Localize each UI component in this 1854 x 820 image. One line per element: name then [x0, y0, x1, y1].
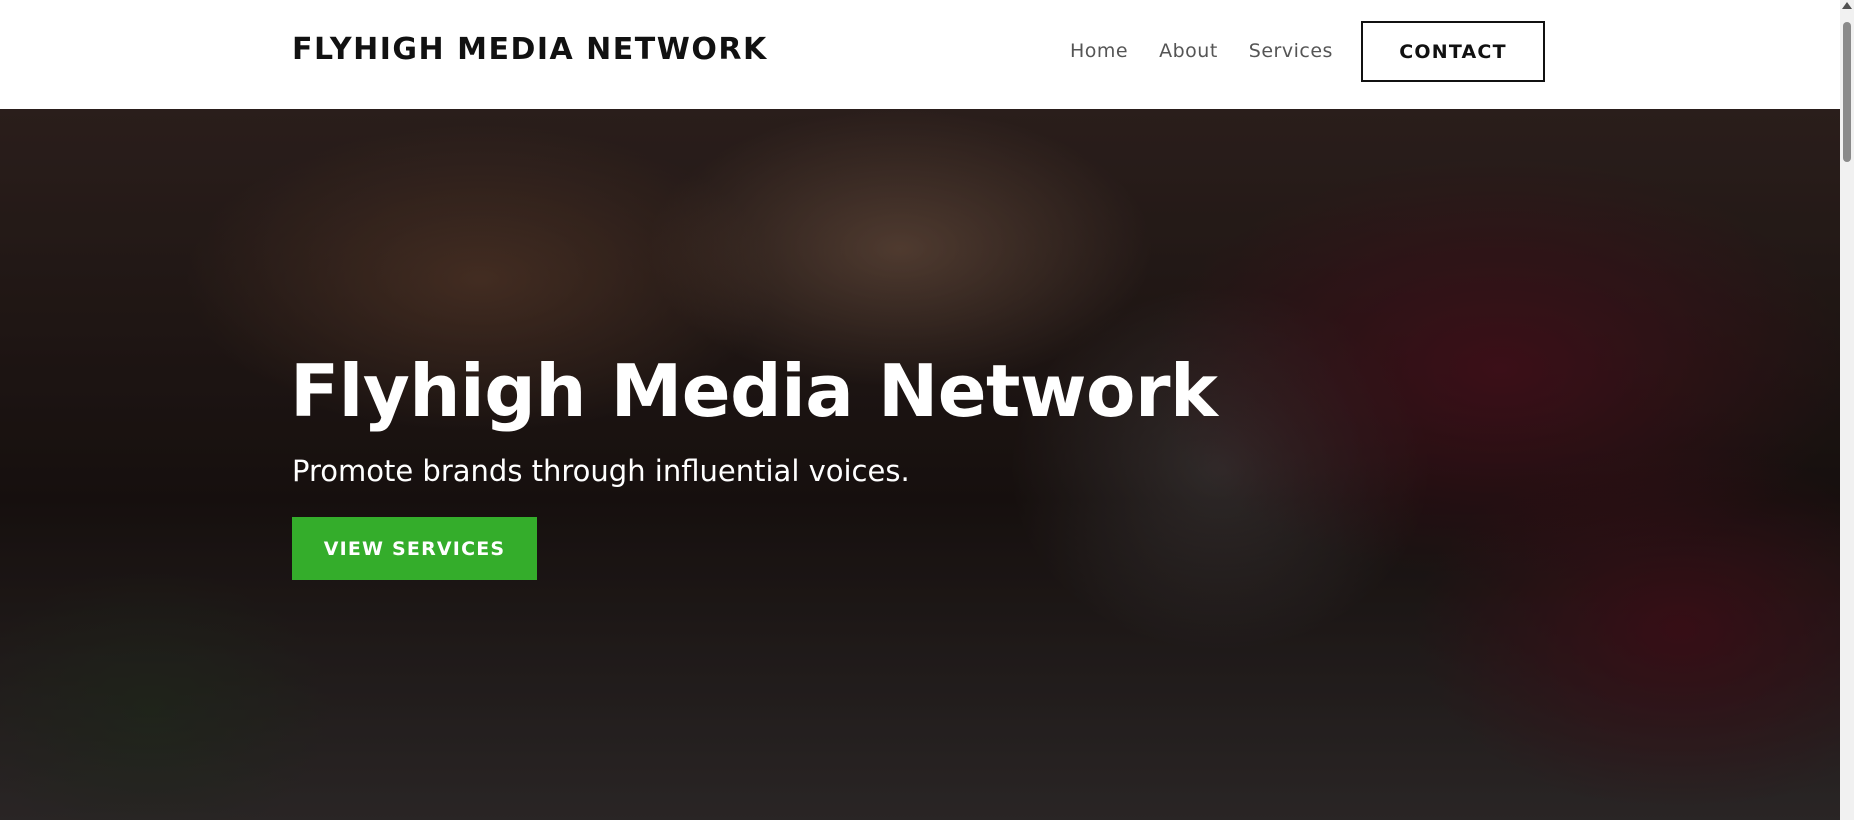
- scrollbar-thumb[interactable]: [1843, 22, 1851, 162]
- nav-about-link[interactable]: About: [1159, 40, 1218, 62]
- nav-home-link[interactable]: Home: [1070, 40, 1128, 62]
- chevron-up-icon[interactable]: [1842, 2, 1852, 9]
- hero-subtitle: Promote brands through influential voice…: [292, 454, 910, 488]
- contact-button[interactable]: CONTACT: [1361, 21, 1545, 82]
- nav-services-link[interactable]: Services: [1249, 40, 1333, 62]
- site-header: FLYHIGH MEDIA NETWORK Home About Service…: [0, 0, 1840, 109]
- hero-overlay: [0, 109, 1840, 820]
- hero-section: Flyhigh Media Network Promote brands thr…: [0, 109, 1840, 820]
- page: FLYHIGH MEDIA NETWORK Home About Service…: [0, 0, 1854, 820]
- page-scrollbar[interactable]: [1840, 0, 1854, 820]
- brand-logo-text[interactable]: FLYHIGH MEDIA NETWORK: [292, 32, 768, 67]
- view-services-button[interactable]: VIEW SERVICES: [292, 517, 537, 580]
- hero-title: Flyhigh Media Network: [290, 349, 1218, 433]
- main-nav: Home About Services: [1070, 40, 1333, 62]
